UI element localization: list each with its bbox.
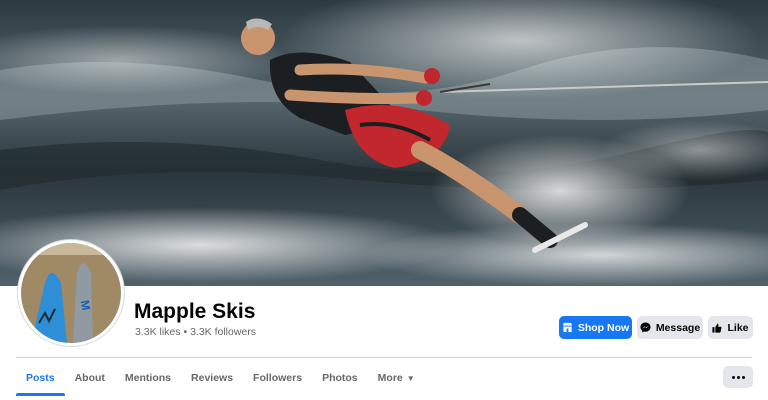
tab-about[interactable]: About bbox=[65, 360, 115, 396]
caret-down-icon: ▼ bbox=[406, 373, 415, 383]
tab-followers[interactable]: Followers bbox=[243, 360, 312, 396]
shop-now-label: Shop Now bbox=[577, 321, 630, 334]
storefront-icon bbox=[562, 322, 572, 333]
likes-count[interactable]: 3.3K likes bbox=[135, 326, 181, 338]
shop-now-button[interactable]: Shop Now bbox=[559, 316, 632, 339]
tab-label: About bbox=[74, 372, 105, 384]
page-title: Mapple Skis bbox=[134, 300, 256, 323]
tab-label: Posts bbox=[26, 372, 55, 384]
like-label: Like bbox=[727, 321, 749, 334]
tab-label: Photos bbox=[322, 372, 358, 384]
ellipsis-icon bbox=[731, 375, 745, 379]
header-divider bbox=[16, 357, 752, 358]
tab-label: Mentions bbox=[124, 372, 172, 384]
message-label: Message bbox=[655, 321, 701, 334]
tab-label: More bbox=[377, 372, 403, 384]
more-options-button[interactable] bbox=[723, 366, 753, 388]
tab-mentions[interactable]: Mentions bbox=[115, 360, 181, 396]
message-button[interactable]: Message bbox=[637, 316, 703, 339]
followers-count[interactable]: 3.3K followers bbox=[190, 326, 256, 338]
messenger-icon bbox=[640, 322, 651, 333]
tab-label: Followers bbox=[253, 372, 303, 384]
tab-reviews[interactable]: Reviews bbox=[181, 360, 243, 396]
tab-label: Reviews bbox=[191, 372, 234, 384]
ski-logo-image: M bbox=[21, 243, 121, 343]
like-button[interactable]: Like bbox=[708, 316, 753, 339]
stats-separator: • bbox=[183, 326, 188, 338]
tab-posts[interactable]: Posts bbox=[16, 360, 65, 396]
page-tabs: Posts About Mentions Reviews Followers P… bbox=[16, 360, 425, 396]
tab-photos[interactable]: Photos bbox=[312, 360, 368, 396]
page-stats: 3.3K likes • 3.3K followers bbox=[135, 326, 256, 338]
page-avatar[interactable]: M bbox=[18, 240, 124, 346]
thumbs-up-icon bbox=[712, 323, 722, 333]
tab-more[interactable]: More ▼ bbox=[368, 360, 425, 396]
